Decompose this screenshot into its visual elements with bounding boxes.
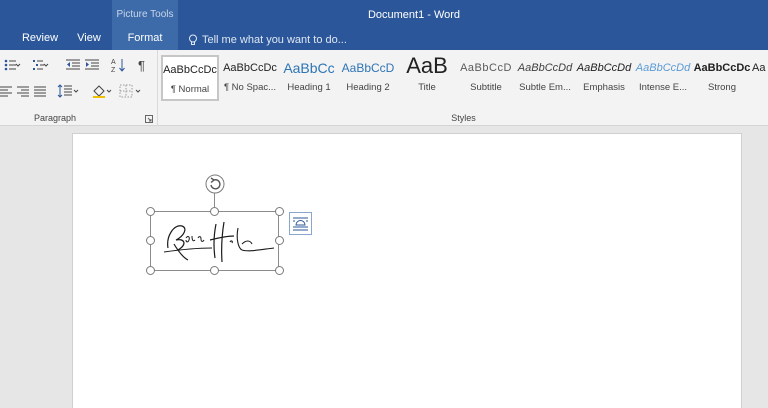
increase-indent-icon[interactable]: [82, 56, 102, 74]
rotate-handle-icon[interactable]: [205, 174, 225, 194]
paragraph-group-label: Paragraph: [34, 113, 77, 123]
title-bar: Picture Tools Document1 - Word: [0, 0, 768, 30]
styles-gallery: AaBbCcDc ¶ Normal AaBbCcDc ¶ No Spac... …: [159, 50, 768, 126]
show-formatting-marks-icon[interactable]: ¶: [133, 56, 153, 74]
layout-options-icon: [293, 217, 308, 231]
style-next[interactable]: Aa: [752, 55, 768, 101]
tab-review[interactable]: Review: [18, 30, 62, 50]
tab-format[interactable]: Format: [112, 30, 178, 50]
styles-group-label: Styles: [451, 113, 476, 123]
ribbon: AZ ¶ Paragraph AaBbCcDc ¶ Normal AaBbCcD…: [0, 50, 768, 126]
multilevel-list-icon[interactable]: [30, 56, 50, 74]
resize-handle-left[interactable]: [146, 236, 155, 245]
shading-icon[interactable]: [90, 82, 114, 100]
sort-icon[interactable]: AZ: [108, 56, 128, 74]
style-normal[interactable]: AaBbCcDc ¶ Normal: [161, 55, 219, 101]
style-no-spacing[interactable]: AaBbCcDc ¶ No Spac...: [221, 55, 279, 101]
paragraph-group: AZ ¶ Paragraph: [0, 50, 158, 126]
dialog-launcher-icon[interactable]: [145, 115, 153, 123]
style-strong[interactable]: AaBbCcDc Strong: [693, 55, 751, 101]
resize-handle-top-right[interactable]: [275, 207, 284, 216]
resize-handle-top-left[interactable]: [146, 207, 155, 216]
tell-me-box[interactable]: Tell me what you want to do...: [188, 30, 347, 50]
resize-handle-bottom-left[interactable]: [146, 266, 155, 275]
resize-handle-bottom-right[interactable]: [275, 266, 284, 275]
style-heading-2[interactable]: AaBbCcD Heading 2: [339, 55, 397, 101]
picture-selection-frame: [150, 211, 279, 271]
svg-text:A: A: [111, 59, 116, 66]
lightbulb-icon: [189, 34, 197, 45]
style-intense-emphasis[interactable]: AaBbCcDd Intense E...: [634, 55, 692, 101]
style-emphasis[interactable]: AaBbCcDd Emphasis: [575, 55, 633, 101]
style-subtle-emphasis[interactable]: AaBbCcDd Subtle Em...: [516, 55, 574, 101]
style-heading-1[interactable]: AaBbCc Heading 1: [280, 55, 338, 101]
resize-handle-right[interactable]: [275, 236, 284, 245]
line-spacing-icon[interactable]: [56, 82, 80, 100]
svg-text:¶: ¶: [138, 58, 145, 72]
svg-text:Z: Z: [111, 67, 116, 73]
resize-handle-bottom[interactable]: [210, 266, 219, 275]
tell-me-placeholder: Tell me what you want to do...: [202, 34, 347, 46]
document-title: Document1 - Word: [367, 9, 461, 21]
borders-icon[interactable]: [117, 82, 143, 100]
justify-icon[interactable]: [30, 82, 50, 100]
resize-handle-top[interactable]: [210, 207, 219, 216]
layout-options-button[interactable]: [289, 212, 312, 235]
tab-view[interactable]: View: [70, 30, 108, 50]
bullets-icon[interactable]: [2, 56, 22, 74]
style-title[interactable]: AaB Title: [398, 55, 456, 101]
style-subtitle[interactable]: AaBbCcD Subtitle: [457, 55, 515, 101]
ribbon-tab-bar: Review View Format Tell me what you want…: [0, 30, 768, 50]
decrease-indent-icon[interactable]: [63, 56, 83, 74]
